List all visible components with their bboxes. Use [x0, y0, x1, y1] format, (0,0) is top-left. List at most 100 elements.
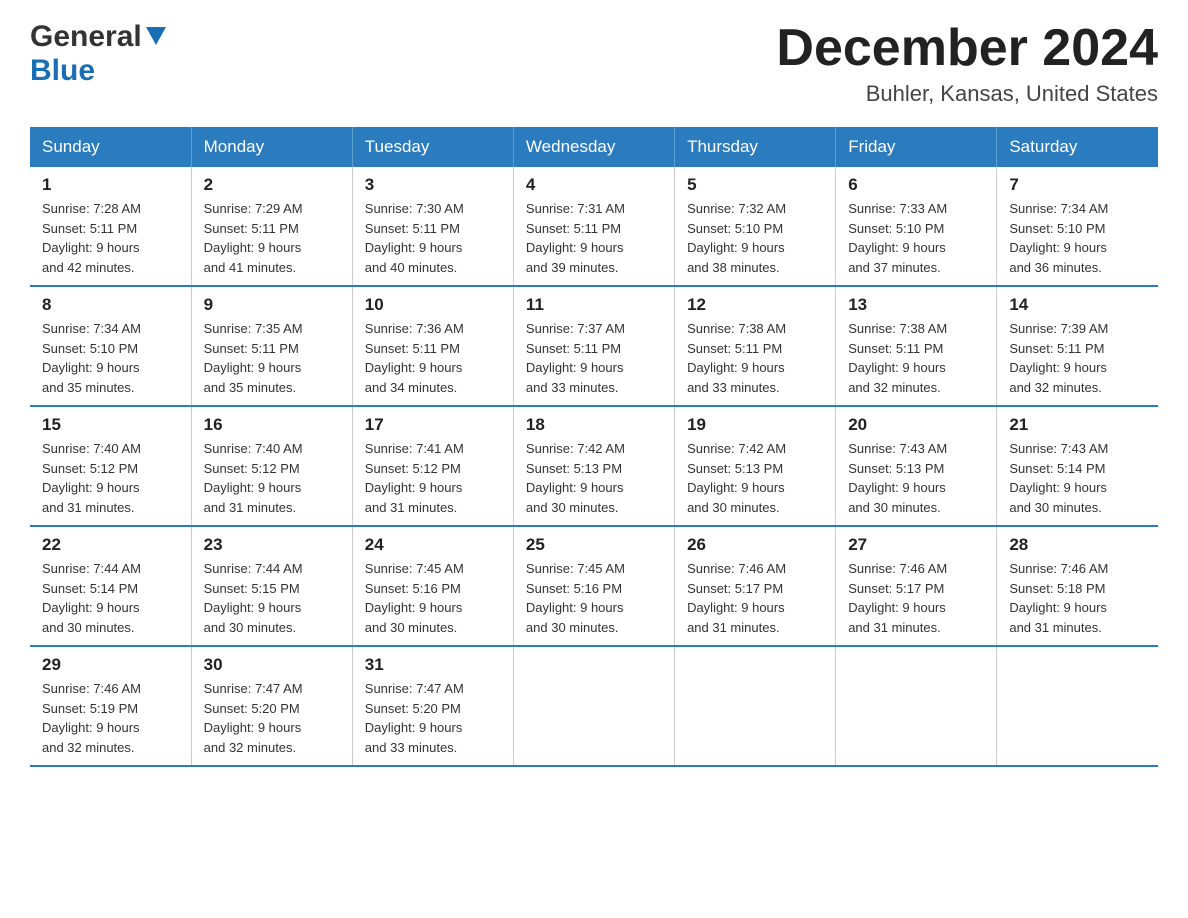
day-number: 29: [42, 655, 179, 675]
day-info: Sunrise: 7:36 AMSunset: 5:11 PMDaylight:…: [365, 319, 501, 397]
day-number: 24: [365, 535, 501, 555]
day-info: Sunrise: 7:46 AMSunset: 5:19 PMDaylight:…: [42, 679, 179, 757]
day-info: Sunrise: 7:46 AMSunset: 5:17 PMDaylight:…: [687, 559, 823, 637]
day-number: 8: [42, 295, 179, 315]
day-number: 6: [848, 175, 984, 195]
day-info: Sunrise: 7:45 AMSunset: 5:16 PMDaylight:…: [526, 559, 662, 637]
day-number: 19: [687, 415, 823, 435]
calendar-day-cell: 30 Sunrise: 7:47 AMSunset: 5:20 PMDaylig…: [191, 646, 352, 766]
calendar-day-cell: 28 Sunrise: 7:46 AMSunset: 5:18 PMDaylig…: [997, 526, 1158, 646]
day-number: 5: [687, 175, 823, 195]
logo: General Blue: [30, 20, 166, 88]
day-number: 28: [1009, 535, 1146, 555]
day-number: 13: [848, 295, 984, 315]
day-number: 31: [365, 655, 501, 675]
header-wednesday: Wednesday: [513, 127, 674, 167]
calendar-day-cell: 26 Sunrise: 7:46 AMSunset: 5:17 PMDaylig…: [675, 526, 836, 646]
day-number: 16: [204, 415, 340, 435]
calendar-day-cell: 3 Sunrise: 7:30 AMSunset: 5:11 PMDayligh…: [352, 167, 513, 286]
calendar-week-row: 8 Sunrise: 7:34 AMSunset: 5:10 PMDayligh…: [30, 286, 1158, 406]
day-info: Sunrise: 7:39 AMSunset: 5:11 PMDaylight:…: [1009, 319, 1146, 397]
calendar-day-cell: 20 Sunrise: 7:43 AMSunset: 5:13 PMDaylig…: [836, 406, 997, 526]
day-number: 14: [1009, 295, 1146, 315]
calendar-day-cell: 12 Sunrise: 7:38 AMSunset: 5:11 PMDaylig…: [675, 286, 836, 406]
location-subtitle: Buhler, Kansas, United States: [776, 81, 1158, 107]
calendar-week-row: 1 Sunrise: 7:28 AMSunset: 5:11 PMDayligh…: [30, 167, 1158, 286]
logo-blue-text: Blue: [30, 54, 95, 87]
calendar-day-cell: 8 Sunrise: 7:34 AMSunset: 5:10 PMDayligh…: [30, 286, 191, 406]
day-info: Sunrise: 7:38 AMSunset: 5:11 PMDaylight:…: [687, 319, 823, 397]
calendar-day-cell: 17 Sunrise: 7:41 AMSunset: 5:12 PMDaylig…: [352, 406, 513, 526]
calendar-day-cell: 1 Sunrise: 7:28 AMSunset: 5:11 PMDayligh…: [30, 167, 191, 286]
day-info: Sunrise: 7:46 AMSunset: 5:17 PMDaylight:…: [848, 559, 984, 637]
day-info: Sunrise: 7:43 AMSunset: 5:14 PMDaylight:…: [1009, 439, 1146, 517]
day-info: Sunrise: 7:33 AMSunset: 5:10 PMDaylight:…: [848, 199, 984, 277]
empty-cell: [836, 646, 997, 766]
day-number: 11: [526, 295, 662, 315]
calendar-day-cell: 6 Sunrise: 7:33 AMSunset: 5:10 PMDayligh…: [836, 167, 997, 286]
header-tuesday: Tuesday: [352, 127, 513, 167]
calendar-day-cell: 10 Sunrise: 7:36 AMSunset: 5:11 PMDaylig…: [352, 286, 513, 406]
calendar-week-row: 15 Sunrise: 7:40 AMSunset: 5:12 PMDaylig…: [30, 406, 1158, 526]
calendar-day-cell: 13 Sunrise: 7:38 AMSunset: 5:11 PMDaylig…: [836, 286, 997, 406]
header-monday: Monday: [191, 127, 352, 167]
day-info: Sunrise: 7:43 AMSunset: 5:13 PMDaylight:…: [848, 439, 984, 517]
calendar-day-cell: 19 Sunrise: 7:42 AMSunset: 5:13 PMDaylig…: [675, 406, 836, 526]
calendar-day-cell: 2 Sunrise: 7:29 AMSunset: 5:11 PMDayligh…: [191, 167, 352, 286]
empty-cell: [513, 646, 674, 766]
day-info: Sunrise: 7:35 AMSunset: 5:11 PMDaylight:…: [204, 319, 340, 397]
calendar-table: SundayMondayTuesdayWednesdayThursdayFrid…: [30, 127, 1158, 767]
day-number: 12: [687, 295, 823, 315]
day-number: 30: [204, 655, 340, 675]
logo-triangle-icon: [146, 27, 166, 50]
calendar-day-cell: 18 Sunrise: 7:42 AMSunset: 5:13 PMDaylig…: [513, 406, 674, 526]
calendar-day-cell: 15 Sunrise: 7:40 AMSunset: 5:12 PMDaylig…: [30, 406, 191, 526]
day-info: Sunrise: 7:37 AMSunset: 5:11 PMDaylight:…: [526, 319, 662, 397]
page-header: General Blue December 2024 Buhler, Kansa…: [30, 20, 1158, 107]
calendar-day-cell: 16 Sunrise: 7:40 AMSunset: 5:12 PMDaylig…: [191, 406, 352, 526]
day-info: Sunrise: 7:32 AMSunset: 5:10 PMDaylight:…: [687, 199, 823, 277]
day-number: 18: [526, 415, 662, 435]
day-number: 3: [365, 175, 501, 195]
day-number: 7: [1009, 175, 1146, 195]
calendar-day-cell: 9 Sunrise: 7:35 AMSunset: 5:11 PMDayligh…: [191, 286, 352, 406]
day-number: 21: [1009, 415, 1146, 435]
day-info: Sunrise: 7:41 AMSunset: 5:12 PMDaylight:…: [365, 439, 501, 517]
day-info: Sunrise: 7:47 AMSunset: 5:20 PMDaylight:…: [365, 679, 501, 757]
day-number: 20: [848, 415, 984, 435]
calendar-day-cell: 25 Sunrise: 7:45 AMSunset: 5:16 PMDaylig…: [513, 526, 674, 646]
month-title: December 2024: [776, 20, 1158, 77]
header-friday: Friday: [836, 127, 997, 167]
day-info: Sunrise: 7:47 AMSunset: 5:20 PMDaylight:…: [204, 679, 340, 757]
day-number: 17: [365, 415, 501, 435]
day-number: 25: [526, 535, 662, 555]
calendar-day-cell: 4 Sunrise: 7:31 AMSunset: 5:11 PMDayligh…: [513, 167, 674, 286]
calendar-day-cell: 7 Sunrise: 7:34 AMSunset: 5:10 PMDayligh…: [997, 167, 1158, 286]
calendar-day-cell: 11 Sunrise: 7:37 AMSunset: 5:11 PMDaylig…: [513, 286, 674, 406]
day-number: 26: [687, 535, 823, 555]
day-number: 22: [42, 535, 179, 555]
day-info: Sunrise: 7:28 AMSunset: 5:11 PMDaylight:…: [42, 199, 179, 277]
day-info: Sunrise: 7:40 AMSunset: 5:12 PMDaylight:…: [204, 439, 340, 517]
day-number: 4: [526, 175, 662, 195]
day-number: 15: [42, 415, 179, 435]
header-thursday: Thursday: [675, 127, 836, 167]
day-number: 23: [204, 535, 340, 555]
day-info: Sunrise: 7:44 AMSunset: 5:15 PMDaylight:…: [204, 559, 340, 637]
day-info: Sunrise: 7:38 AMSunset: 5:11 PMDaylight:…: [848, 319, 984, 397]
day-info: Sunrise: 7:42 AMSunset: 5:13 PMDaylight:…: [687, 439, 823, 517]
header-saturday: Saturday: [997, 127, 1158, 167]
day-info: Sunrise: 7:30 AMSunset: 5:11 PMDaylight:…: [365, 199, 501, 277]
empty-cell: [997, 646, 1158, 766]
calendar-day-cell: 31 Sunrise: 7:47 AMSunset: 5:20 PMDaylig…: [352, 646, 513, 766]
calendar-day-cell: 23 Sunrise: 7:44 AMSunset: 5:15 PMDaylig…: [191, 526, 352, 646]
logo-general-text: General: [30, 20, 142, 54]
calendar-day-cell: 5 Sunrise: 7:32 AMSunset: 5:10 PMDayligh…: [675, 167, 836, 286]
calendar-day-cell: 21 Sunrise: 7:43 AMSunset: 5:14 PMDaylig…: [997, 406, 1158, 526]
day-info: Sunrise: 7:46 AMSunset: 5:18 PMDaylight:…: [1009, 559, 1146, 637]
day-info: Sunrise: 7:34 AMSunset: 5:10 PMDaylight:…: [1009, 199, 1146, 277]
calendar-day-cell: 27 Sunrise: 7:46 AMSunset: 5:17 PMDaylig…: [836, 526, 997, 646]
day-info: Sunrise: 7:45 AMSunset: 5:16 PMDaylight:…: [365, 559, 501, 637]
day-info: Sunrise: 7:42 AMSunset: 5:13 PMDaylight:…: [526, 439, 662, 517]
title-block: December 2024 Buhler, Kansas, United Sta…: [776, 20, 1158, 107]
